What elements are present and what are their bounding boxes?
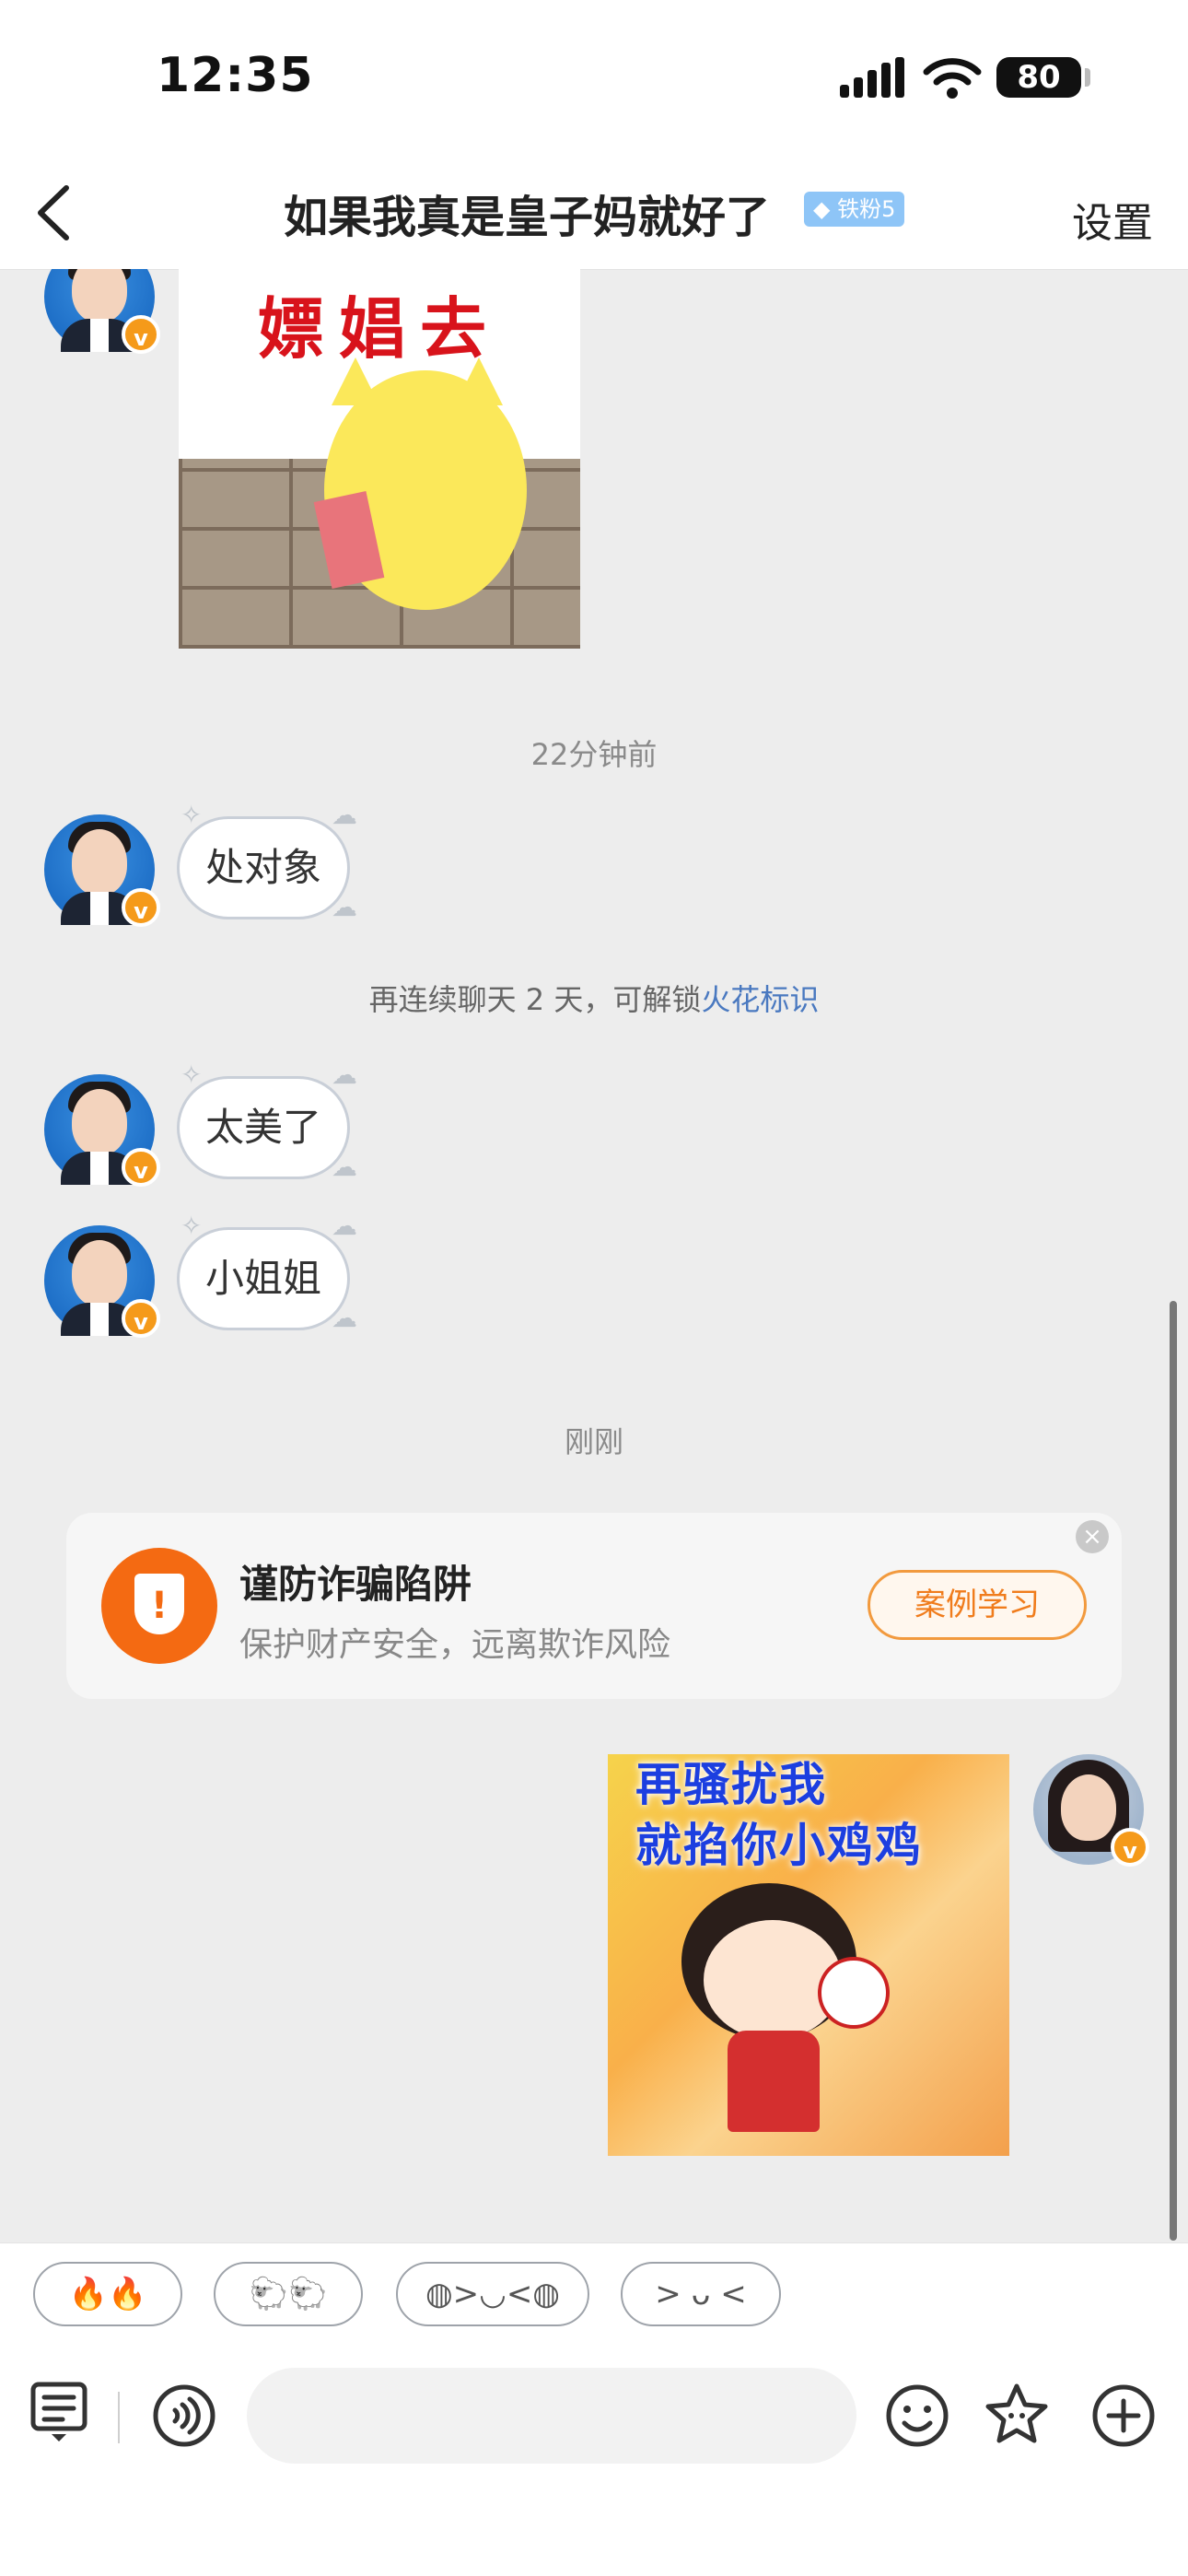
input-bar: [0, 2344, 1188, 2576]
avatar-face: [72, 1240, 127, 1306]
avatar-face: [1061, 1774, 1116, 1841]
sparkle-icon: ✧: [181, 800, 203, 830]
quick-reply-chip[interactable]: ◍>◡<◍: [396, 2262, 589, 2326]
timestamp: 刚刚: [564, 1424, 623, 1459]
avatar-shirt: [90, 1303, 109, 1336]
cloud-cat-icon: ☁: [332, 1211, 357, 1241]
anti-fraud-subtitle: 保护财产安全，远离欺诈风险: [239, 1626, 671, 1664]
cloud-cat-icon: ☁: [332, 892, 357, 922]
shield-icon: !: [101, 1548, 217, 1664]
message-bubble[interactable]: 太美了: [177, 1076, 351, 1179]
close-icon[interactable]: ×: [1076, 1520, 1109, 1553]
anti-fraud-card: ! 谨防诈骗陷阱 保护财产安全，远离欺诈风险 案例学习 ×: [66, 1513, 1122, 1699]
anti-fraud-title: 谨防诈骗陷阱: [239, 1562, 472, 1607]
divider: [118, 2392, 120, 2443]
avatar[interactable]: v: [44, 1074, 160, 1187]
cloud-cat-icon: ☁: [332, 1303, 357, 1333]
emoji-icon[interactable]: [884, 2383, 950, 2449]
message-bubble[interactable]: 处对象: [177, 816, 351, 919]
verified-badge: v: [122, 1148, 160, 1187]
quick-reply-chip[interactable]: 🔥🔥: [33, 2262, 182, 2326]
message-input[interactable]: [247, 2368, 856, 2464]
sparkle-icon: ✧: [181, 1060, 203, 1090]
spark-hint-link[interactable]: 火花标识: [701, 982, 819, 1017]
verified-badge: v: [122, 315, 160, 354]
battery-tip: [1085, 68, 1090, 87]
page-title: 如果我真是皇子妈就好了: [284, 192, 771, 243]
sticker-message[interactable]: 再骚扰我 就掐你小鸡鸡: [608, 1754, 1009, 2156]
quick-reply-chip[interactable]: 🐑🐑: [214, 2262, 363, 2326]
chat-scrollbar[interactable]: [1170, 1301, 1177, 2241]
sticker-caption: 嫖娼去: [257, 290, 501, 368]
avatar-face: [72, 269, 127, 322]
verified-badge: v: [1111, 1828, 1149, 1867]
verified-badge: v: [122, 888, 160, 927]
cloud-cat-icon: ☁: [332, 1152, 357, 1182]
settings-button[interactable]: 设置: [1072, 190, 1153, 249]
battery-indicator: 80: [996, 57, 1081, 98]
sticker-message[interactable]: 嫖娼去: [179, 269, 580, 649]
cloud-cat-icon: ☁: [332, 800, 357, 830]
avatar-face: [72, 1089, 127, 1155]
status-time: 12:35: [157, 48, 314, 103]
sticker-bird: [818, 1957, 890, 2029]
avatar[interactable]: v: [44, 269, 160, 354]
timestamp: 22分钟前: [530, 737, 658, 772]
verified-badge: v: [122, 1299, 160, 1338]
my-avatar[interactable]: v: [1033, 1754, 1149, 1867]
note-icon[interactable]: [28, 2379, 94, 2445]
case-study-button[interactable]: 案例学习: [868, 1570, 1087, 1640]
message-bubble[interactable]: 小姐姐: [177, 1227, 351, 1330]
avatar[interactable]: v: [44, 814, 160, 927]
sticker-caption: 再骚扰我 就掐你小鸡鸡: [635, 1754, 923, 1876]
status-bar: 12:35 80: [0, 0, 1188, 157]
quick-reply-chip[interactable]: > ᴗ <: [621, 2262, 781, 2326]
spark-hint-text: 再连续聊天 2 天，可解锁: [368, 982, 702, 1017]
spark-hint: 再连续聊天 2 天，可解锁火花标识: [0, 977, 1188, 1019]
fan-level-badge: ◆ 铁粉5: [804, 192, 905, 227]
voice-icon[interactable]: [151, 2383, 217, 2449]
avatar-shirt: [90, 892, 109, 925]
chevron-left-icon[interactable]: [28, 182, 83, 243]
cloud-cat-icon: ☁: [332, 1060, 357, 1090]
quick-reply-bar: 🔥🔥 🐑🐑 ◍>◡<◍ > ᴗ <: [0, 2242, 1188, 2345]
fan-badge-label: 铁粉5: [837, 196, 896, 222]
chat-area[interactable]: v 嫖娼去 22分钟前 v 处对象 ✧ ☁ ☁ 再连续聊天 2 天，可解锁火花标…: [0, 269, 1188, 2242]
avatar-shirt: [90, 319, 109, 352]
sticker-caption-line: 就掐你小鸡鸡: [635, 1819, 923, 1872]
avatar[interactable]: v: [44, 1225, 160, 1338]
signal-icon: [840, 57, 906, 98]
avatar-shirt: [90, 1152, 109, 1185]
wifi-icon: [923, 55, 982, 100]
star-sticker-icon[interactable]: [984, 2381, 1050, 2447]
sticker-caption-line: 再骚扰我: [635, 1758, 827, 1811]
exclamation-icon: !: [150, 1585, 169, 1627]
sticker-girl-dress: [728, 2031, 820, 2132]
nav-bar: 如果我真是皇子妈就好了 ◆ 铁粉5 设置: [0, 157, 1188, 270]
avatar-face: [72, 829, 127, 896]
sparkle-icon: ✧: [181, 1211, 203, 1241]
plus-icon[interactable]: [1090, 2383, 1157, 2449]
